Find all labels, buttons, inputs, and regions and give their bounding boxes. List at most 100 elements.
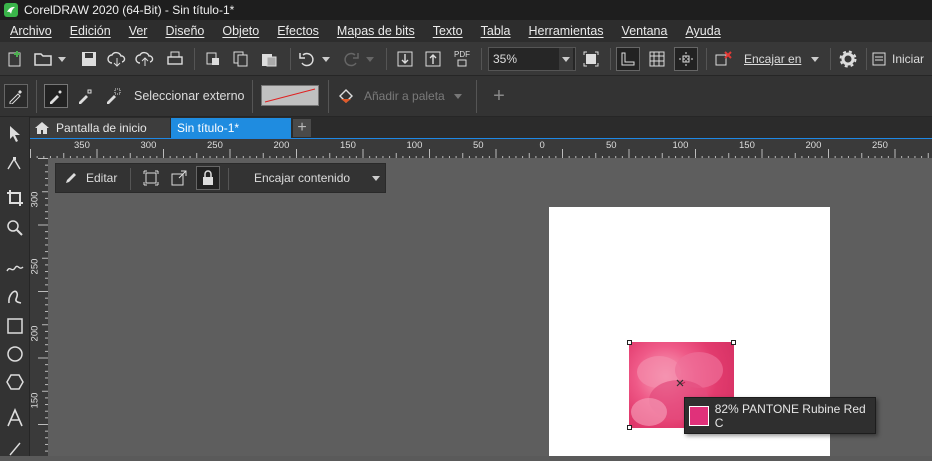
- launch-label: Iniciar: [892, 52, 925, 66]
- snap-to-label: Encajar en: [744, 52, 802, 66]
- snap-to-dropdown[interactable]: Encajar en: [744, 47, 824, 71]
- ruler-label: 200: [273, 140, 290, 151]
- menu-edicion[interactable]: Edición: [60, 24, 119, 38]
- extract-content-icon[interactable]: [168, 166, 190, 190]
- show-rulers-icon[interactable]: [616, 47, 640, 71]
- menu-ver[interactable]: Ver: [119, 24, 156, 38]
- sample-5x5-icon[interactable]: [102, 84, 124, 108]
- snap-off-icon[interactable]: [712, 47, 736, 71]
- show-grid-icon[interactable]: [645, 47, 669, 71]
- selection-handle[interactable]: [731, 340, 736, 345]
- save-icon[interactable]: [78, 47, 100, 71]
- crop-tool-icon[interactable]: [3, 185, 27, 211]
- cloud-upload-icon[interactable]: [134, 47, 156, 71]
- launch-button[interactable]: Iniciar: [872, 47, 932, 71]
- print-icon[interactable]: [164, 47, 186, 71]
- redo-icon[interactable]: [340, 47, 362, 71]
- ruler-label: 150: [30, 392, 41, 409]
- eyedropper-icon[interactable]: [4, 84, 28, 108]
- freehand-tool-icon[interactable]: [3, 253, 27, 279]
- document-tabs: Pantalla de inicio Sin título-1* +: [30, 117, 932, 138]
- ellipse-tool-icon[interactable]: [3, 341, 27, 367]
- pdf-label: PDF: [454, 50, 470, 59]
- tab-document-label: Sin título-1*: [177, 121, 240, 135]
- sample-single-pixel-icon[interactable]: [44, 84, 68, 108]
- publish-pdf-icon[interactable]: PDF: [450, 47, 474, 71]
- tab-start-screen[interactable]: Pantalla de inicio: [30, 118, 170, 138]
- cut-icon[interactable]: [202, 47, 224, 71]
- pencil-icon: [64, 171, 78, 185]
- add-tab-label: +: [297, 119, 307, 136]
- floating-context-toolbar: Editar Encajar contenido: [55, 163, 386, 193]
- redo-dropdown-icon[interactable]: [364, 47, 376, 71]
- pick-tool-icon[interactable]: [3, 121, 27, 147]
- menu-herramientas[interactable]: Herramientas: [519, 24, 612, 38]
- ruler-label: 100: [406, 140, 423, 151]
- tab-document[interactable]: Sin título-1*: [171, 118, 291, 138]
- menu-objeto[interactable]: Objeto: [212, 24, 267, 38]
- ruler-label: 50: [473, 140, 484, 151]
- color-sample-text: 82% PANTONE Rubine Red C: [714, 401, 866, 430]
- ruler-label: 250: [30, 258, 41, 275]
- menu-diseno[interactable]: Diseño: [155, 24, 212, 38]
- paste-icon[interactable]: [258, 47, 280, 71]
- menu-tabla[interactable]: Tabla: [471, 24, 519, 38]
- menu-mapas-de-bits[interactable]: Mapas de bits: [327, 24, 423, 38]
- open-dropdown-icon[interactable]: [56, 47, 68, 71]
- ruler-label: 150: [739, 140, 755, 151]
- menu-efectos[interactable]: Efectos: [267, 24, 327, 38]
- ruler-label: 300: [140, 140, 157, 151]
- launch-icon: [872, 52, 886, 66]
- apply-color-bucket-icon[interactable]: [334, 84, 358, 108]
- ruler-label: 250: [872, 140, 888, 151]
- menu-bar: Archivo Edición Ver Diseño Objeto Efecto…: [0, 20, 932, 42]
- sample-2x2-icon[interactable]: [74, 84, 96, 108]
- selection-handle[interactable]: [627, 425, 632, 430]
- undo-dropdown-icon[interactable]: [320, 47, 332, 71]
- frame-content-icon[interactable]: [140, 166, 162, 190]
- export-icon[interactable]: [422, 47, 444, 71]
- toolbox: [0, 117, 30, 456]
- edit-button[interactable]: Editar: [60, 166, 124, 190]
- selection-handle[interactable]: [627, 340, 632, 345]
- show-guidelines-icon[interactable]: [674, 47, 698, 71]
- zoom-level-select[interactable]: 35%: [488, 47, 576, 71]
- add-to-palette-label: Añadir a paleta: [364, 89, 445, 103]
- parallel-dimension-tool-icon[interactable]: [3, 435, 27, 461]
- undo-icon[interactable]: [296, 47, 318, 71]
- horizontal-ruler[interactable]: 350 300 250 200 150 100 50 0 50 100 150 200 250: [30, 138, 932, 158]
- options-gear-icon[interactable]: [836, 47, 860, 71]
- standard-toolbar: PDF 35% Encajar en Iniciar: [0, 42, 932, 76]
- menu-texto[interactable]: Texto: [423, 24, 471, 38]
- artistic-media-tool-icon[interactable]: [3, 283, 27, 309]
- window-title: CorelDRAW 2020 (64-Bit) - Sin título-1*: [24, 3, 235, 17]
- rectangle-tool-icon[interactable]: [3, 313, 27, 339]
- open-folder-icon[interactable]: [32, 47, 54, 71]
- color-swatch: [689, 405, 709, 426]
- import-icon[interactable]: [394, 47, 416, 71]
- home-icon: [34, 121, 50, 135]
- zoom-to-page-icon[interactable]: [580, 47, 602, 71]
- add-to-palette-button[interactable]: Añadir a paleta: [364, 84, 464, 108]
- text-tool-icon[interactable]: [3, 405, 27, 431]
- add-tab-button[interactable]: +: [293, 119, 311, 137]
- lock-content-icon[interactable]: [196, 166, 220, 190]
- copy-icon[interactable]: [230, 47, 252, 71]
- vertical-ruler[interactable]: 300 250 200 150: [30, 158, 48, 456]
- cloud-download-icon[interactable]: [106, 47, 128, 71]
- menu-ayuda[interactable]: Ayuda: [675, 24, 728, 38]
- add-plus-icon[interactable]: +: [488, 84, 510, 108]
- fit-content-dropdown[interactable]: Encajar contenido: [236, 166, 382, 190]
- polygon-tool-icon[interactable]: [3, 369, 27, 395]
- property-bar: Seleccionar externo Añadir a paleta +: [0, 76, 932, 117]
- new-document-icon[interactable]: [4, 47, 26, 71]
- zoom-level-value: 35%: [493, 52, 518, 66]
- menu-ventana[interactable]: Ventana: [612, 24, 676, 38]
- select-external-button[interactable]: Seleccionar externo: [134, 84, 246, 108]
- title-bar: CorelDRAW 2020 (64-Bit) - Sin título-1*: [0, 0, 932, 20]
- ruler-label: 100: [672, 140, 689, 151]
- zoom-tool-icon[interactable]: [3, 215, 27, 241]
- edit-label: Editar: [86, 171, 118, 185]
- menu-archivo[interactable]: Archivo: [0, 24, 60, 38]
- shape-tool-icon[interactable]: [3, 151, 27, 177]
